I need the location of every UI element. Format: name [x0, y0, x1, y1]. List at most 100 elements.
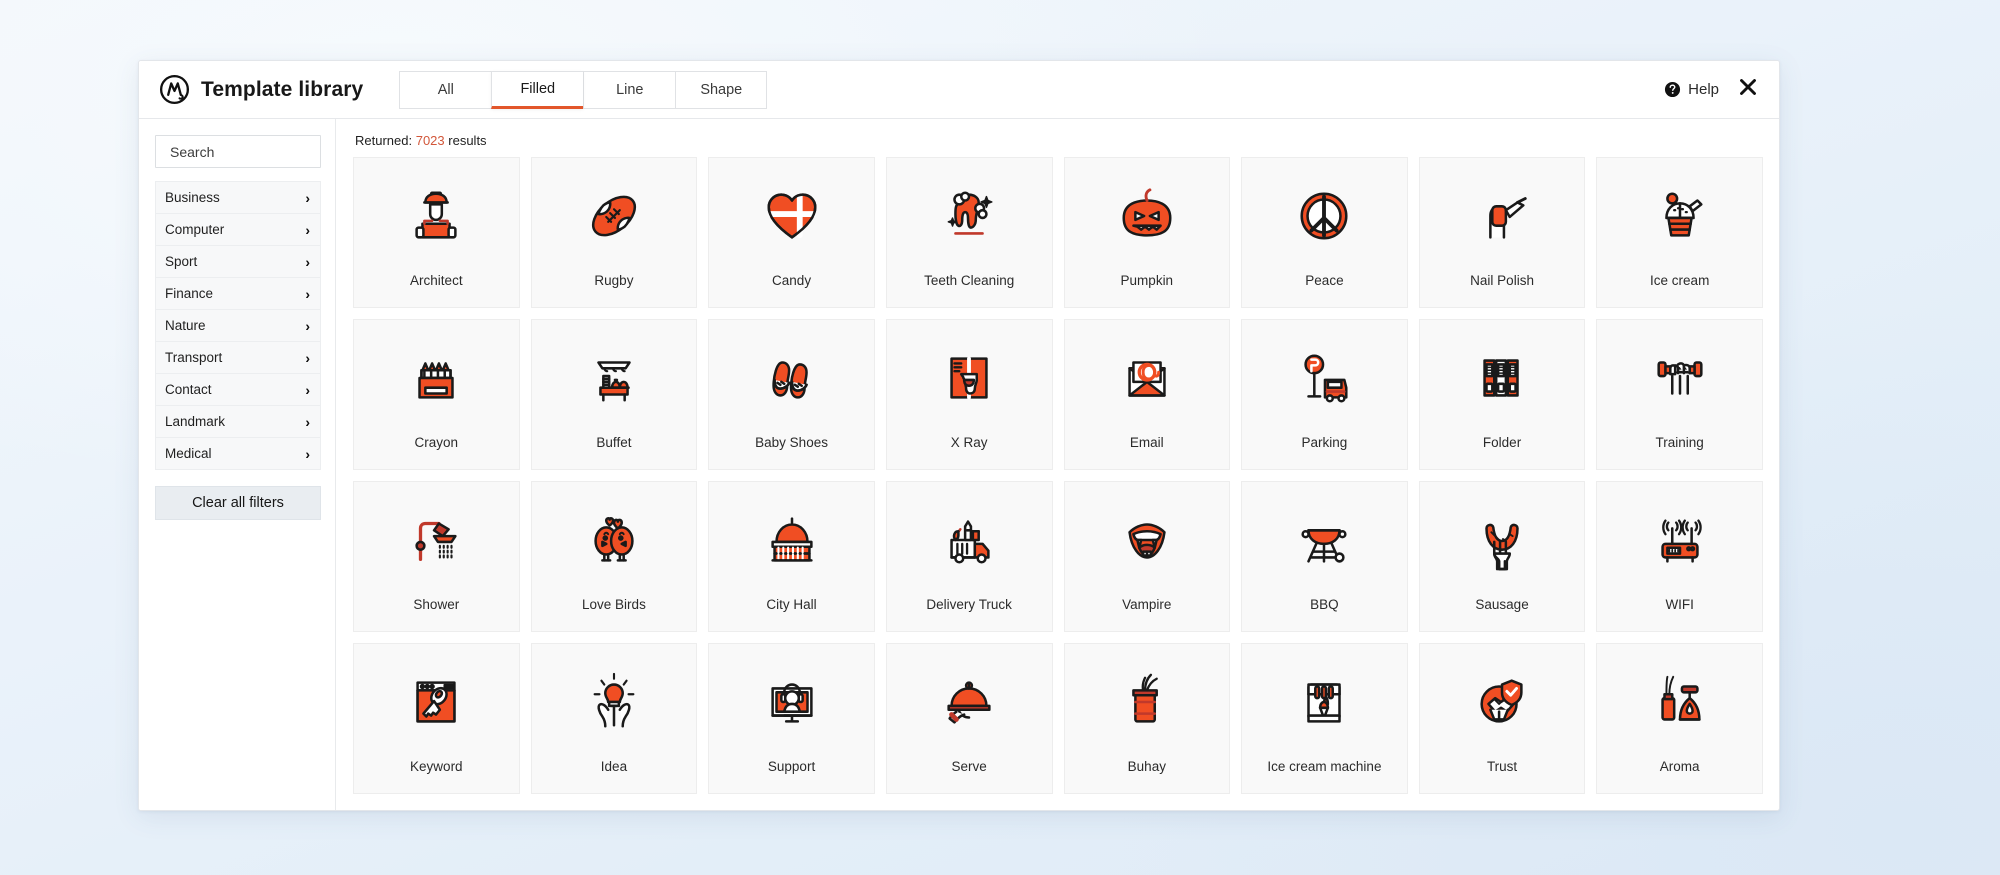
- tab-filled[interactable]: Filled: [491, 70, 584, 109]
- teeth-cleaning-icon: [887, 158, 1052, 274]
- sausage-fork-icon: [1420, 482, 1585, 598]
- template-card[interactable]: Buhay: [1063, 643, 1231, 794]
- template-card-label: City Hall: [766, 596, 817, 612]
- sidebar-item-finance[interactable]: Finance ›: [156, 278, 320, 310]
- template-card-label: Sausage: [1475, 596, 1529, 612]
- email-envelope-icon: [1065, 320, 1230, 436]
- template-card[interactable]: Idea: [530, 643, 698, 794]
- template-card[interactable]: Baby Shoes: [708, 319, 875, 470]
- baby-shoes-icon: [709, 320, 874, 436]
- sidebar-item-business[interactable]: Business ›: [156, 182, 320, 214]
- template-card[interactable]: Pumpkin: [1063, 157, 1231, 308]
- template-card[interactable]: Training: [1596, 319, 1763, 470]
- sidebar-item-landmark[interactable]: Landmark ›: [156, 406, 320, 438]
- close-button[interactable]: [1735, 77, 1761, 103]
- template-card[interactable]: Aroma: [1596, 643, 1763, 794]
- template-card[interactable]: Trust: [1418, 643, 1586, 794]
- template-card[interactable]: Support: [708, 643, 875, 794]
- header-actions: Help: [1664, 77, 1761, 103]
- love-birds-icon: [532, 482, 697, 598]
- template-card[interactable]: Keyword: [353, 643, 520, 794]
- template-card-label: Ice cream: [1650, 272, 1710, 288]
- template-card[interactable]: Folder: [1418, 319, 1586, 470]
- template-card-label: WIFI: [1665, 596, 1694, 612]
- chevron-right-icon: ›: [305, 445, 310, 462]
- clear-all-filters-button[interactable]: Clear all filters: [155, 486, 321, 520]
- chevron-right-icon: ›: [305, 189, 310, 206]
- vampire-mouth-icon: [1065, 482, 1230, 598]
- brand: Template library: [159, 74, 363, 105]
- template-card[interactable]: Delivery Truck: [885, 481, 1053, 632]
- template-card-label: Rugby: [594, 272, 634, 288]
- results-panel: Returned: 7023 results Architect Rugby Can…: [336, 119, 1779, 810]
- folder-binders-icon: [1420, 320, 1585, 436]
- page-title: Template library: [201, 77, 364, 101]
- template-grid: Architect Rugby Candy Teeth Cleaning Pumpkin…: [353, 157, 1763, 794]
- nail-polish-icon: [1420, 158, 1585, 274]
- sidebar-item-medical[interactable]: Medical ›: [156, 438, 320, 470]
- template-card[interactable]: Parking: [1241, 319, 1408, 470]
- help-label: Help: [1688, 81, 1719, 98]
- window-header: Template library All Filled Line Shape H…: [139, 61, 1779, 119]
- close-icon: [1737, 76, 1759, 103]
- template-card[interactable]: Ice cream: [1596, 157, 1763, 308]
- tab-all[interactable]: All: [399, 70, 492, 109]
- template-card[interactable]: WIFI: [1596, 481, 1763, 632]
- template-card[interactable]: Peace: [1241, 157, 1408, 308]
- template-card-label: Baby Shoes: [755, 434, 828, 450]
- help-button[interactable]: Help: [1664, 81, 1719, 98]
- template-card[interactable]: Ice cream machine: [1241, 643, 1408, 794]
- aroma-diffuser-icon: [1597, 644, 1762, 760]
- template-card-label: Love Birds: [582, 596, 646, 612]
- question-circle-icon: [1664, 81, 1681, 98]
- template-card[interactable]: Email: [1063, 319, 1231, 470]
- city-hall-icon: [709, 482, 874, 598]
- template-card[interactable]: X Ray: [885, 319, 1053, 470]
- template-card[interactable]: Candy: [708, 157, 875, 308]
- template-card[interactable]: Love Birds: [530, 481, 698, 632]
- tab-shape[interactable]: Shape: [675, 70, 768, 109]
- template-card-label: Serve: [951, 758, 987, 774]
- template-card[interactable]: Teeth Cleaning: [885, 157, 1053, 308]
- tab-line[interactable]: Line: [583, 70, 676, 109]
- template-card[interactable]: Architect: [353, 157, 520, 308]
- category-label: Business: [165, 190, 220, 205]
- sidebar-item-sport[interactable]: Sport ›: [156, 246, 320, 278]
- template-card[interactable]: Buffet: [530, 319, 698, 470]
- template-card[interactable]: Rugby: [530, 157, 698, 308]
- parking-sign-car-icon: [1242, 320, 1407, 436]
- template-card[interactable]: Crayon: [353, 319, 520, 470]
- category-label: Computer: [165, 222, 225, 237]
- template-card-label: BBQ: [1310, 596, 1339, 612]
- brand-monogram-icon: [159, 74, 190, 105]
- template-card-label: Trust: [1486, 758, 1518, 774]
- template-card[interactable]: Vampire: [1063, 481, 1231, 632]
- template-card[interactable]: BBQ: [1241, 481, 1408, 632]
- support-headset-monitor-icon: [709, 644, 874, 760]
- idea-bulb-hands-icon: [532, 644, 697, 760]
- template-card[interactable]: Nail Polish: [1418, 157, 1586, 308]
- sidebar-item-computer[interactable]: Computer ›: [156, 214, 320, 246]
- results-count-number: 7023: [415, 133, 445, 148]
- sidebar-item-transport[interactable]: Transport ›: [156, 342, 320, 374]
- bbq-grill-icon: [1242, 482, 1407, 598]
- template-card[interactable]: Serve: [885, 643, 1053, 794]
- filter-tabs: All Filled Line Shape: [399, 70, 768, 109]
- architect-icon: [354, 158, 519, 274]
- chevron-right-icon: ›: [305, 221, 310, 238]
- template-card-label: Keyword: [410, 758, 463, 774]
- template-card[interactable]: Shower: [353, 481, 520, 632]
- buffet-table-icon: [532, 320, 697, 436]
- template-card[interactable]: City Hall: [708, 481, 875, 632]
- rugby-ball-icon: [532, 158, 697, 274]
- search-input[interactable]: [155, 135, 321, 168]
- template-card-label: Shower: [413, 596, 460, 612]
- sidebar-item-contact[interactable]: Contact ›: [156, 374, 320, 406]
- chevron-right-icon: ›: [305, 285, 310, 302]
- template-card-label: Training: [1655, 434, 1704, 450]
- template-card-label: Ice cream machine: [1267, 758, 1382, 774]
- template-card-label: X Ray: [950, 434, 988, 450]
- keyword-browser-key-icon: [354, 644, 519, 760]
- template-card[interactable]: Sausage: [1418, 481, 1586, 632]
- sidebar-item-nature[interactable]: Nature ›: [156, 310, 320, 342]
